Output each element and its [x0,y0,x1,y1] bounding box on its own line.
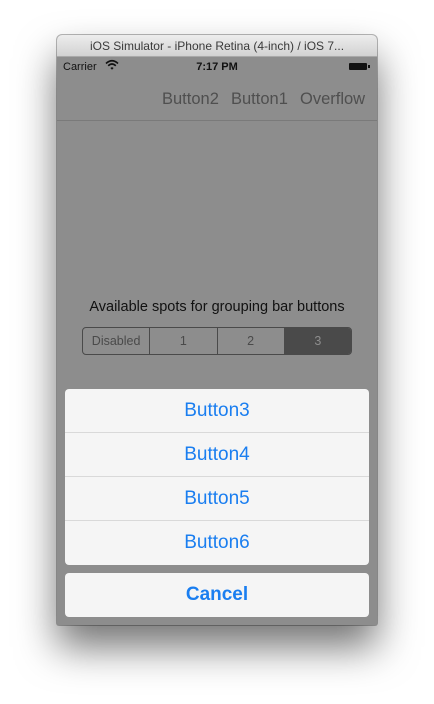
device-screen: Carrier 7:17 PM Button2 Button1 Overflow… [57,57,377,625]
action-sheet: Button3 Button4 Button5 Button6 [65,389,369,565]
window-titlebar[interactable]: iOS Simulator - iPhone Retina (4-inch) /… [57,35,377,57]
action-button-6[interactable]: Button6 [65,521,369,565]
segment-1[interactable]: 1 [150,328,218,354]
segment-disabled[interactable]: Disabled [83,328,151,354]
status-bar: Carrier 7:17 PM [57,57,377,77]
grouping-segmented-control: Disabled 1 2 3 [82,327,352,355]
action-button-4[interactable]: Button4 [65,433,369,477]
nav-button-2[interactable]: Button2 [162,90,219,109]
segment-3[interactable]: 3 [284,328,351,354]
action-button-3[interactable]: Button3 [65,389,369,433]
nav-button-1[interactable]: Button1 [231,90,288,109]
segment-2[interactable]: 2 [218,328,285,354]
status-time: 7:17 PM [196,61,238,73]
nav-overflow-button[interactable]: Overflow [300,90,365,109]
grouping-caption: Available spots for grouping bar buttons [89,299,345,315]
window-title: iOS Simulator - iPhone Retina (4-inch) /… [89,39,345,53]
action-button-5[interactable]: Button5 [65,477,369,521]
navigation-bar: Button2 Button1 Overflow [57,77,377,121]
simulator-window: iOS Simulator - iPhone Retina (4-inch) /… [57,35,377,625]
cancel-button[interactable]: Cancel [65,573,369,617]
battery-icon [349,63,370,70]
